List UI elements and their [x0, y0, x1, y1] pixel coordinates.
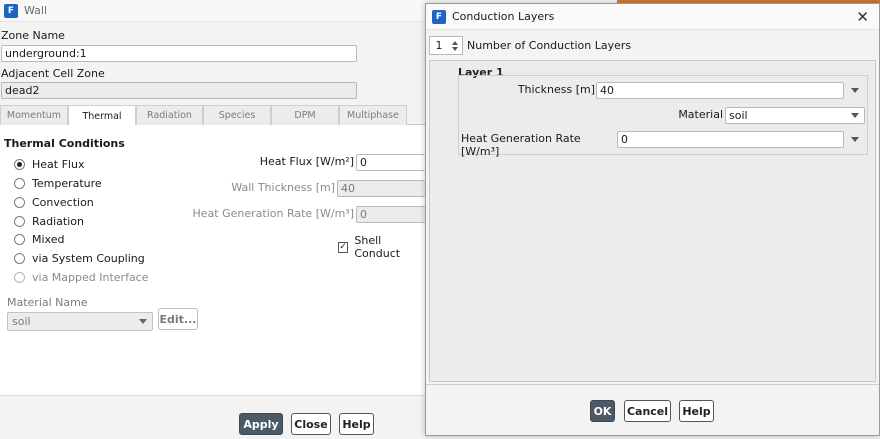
- num-layers-stepper[interactable]: 1: [429, 36, 463, 55]
- radio-convection[interactable]: Convection: [14, 196, 94, 209]
- edit-material-button: Edit...: [158, 308, 198, 330]
- radio-selected-icon: [14, 159, 25, 170]
- wall-thickness-field: 40: [337, 180, 425, 197]
- tab-multiphase[interactable]: Multiphase: [339, 105, 407, 125]
- material-select[interactable]: soil: [725, 107, 865, 124]
- wall-tabs: Momentum Thermal Radiation Species DPM M…: [0, 105, 425, 126]
- chevron-down-icon[interactable]: [851, 88, 859, 93]
- close-icon[interactable]: ✕: [856, 8, 869, 26]
- stepper-arrows[interactable]: [448, 37, 462, 54]
- tab-species[interactable]: Species: [203, 105, 271, 125]
- tab-dpm[interactable]: DPM: [271, 105, 339, 125]
- adjacent-cell-zone-field: dead2: [1, 82, 357, 99]
- cancel-button[interactable]: Cancel: [624, 400, 671, 422]
- heat-generation-label: Heat Generation Rate [W/m³]: [192, 207, 354, 220]
- heat-gen-input[interactable]: 0: [617, 131, 844, 148]
- wall-thickness-label: Wall Thickness [m]: [231, 181, 335, 194]
- close-button[interactable]: Close: [291, 413, 331, 435]
- fluent-app-icon: F: [4, 3, 18, 18]
- radio-radiation[interactable]: Radiation: [14, 215, 84, 228]
- heat-generation-field: 0: [356, 206, 425, 223]
- radio-heat-flux[interactable]: Heat Flux: [14, 158, 84, 171]
- wall-help-button[interactable]: Help: [339, 413, 374, 435]
- dialog-help-button[interactable]: Help: [679, 400, 714, 422]
- layer-panel: Layer 1 Thickness [m] 40 Material soil H…: [429, 60, 876, 382]
- tab-momentum[interactable]: Momentum: [0, 105, 68, 125]
- tab-radiation[interactable]: Radiation: [136, 105, 203, 125]
- checkmark-icon: ✓: [338, 241, 349, 253]
- radio-mixed[interactable]: Mixed: [14, 233, 64, 246]
- radio-icon: [14, 178, 25, 189]
- zone-name-input[interactable]: underground:1: [1, 45, 357, 62]
- chevron-down-icon[interactable]: [851, 137, 859, 142]
- zone-name-label: Zone Name: [1, 29, 65, 42]
- fluent-app-icon: F: [432, 9, 446, 24]
- thermal-conditions-title: Thermal Conditions: [4, 137, 125, 150]
- thermal-panel: Thermal Conditions Heat Flux Temperature…: [0, 125, 425, 395]
- arrow-up-icon[interactable]: [452, 40, 458, 45]
- wall-window-title: Wall: [24, 4, 48, 17]
- chevron-down-icon[interactable]: [851, 113, 859, 118]
- radio-icon: [14, 216, 25, 227]
- thickness-input[interactable]: 40: [596, 82, 844, 99]
- material-label: Material: [678, 108, 723, 121]
- layer-1-group: Thickness [m] 40 Material soil Heat Gene…: [458, 75, 868, 158]
- heat-flux-input[interactable]: 0: [356, 154, 425, 171]
- material-name-label: Material Name: [7, 296, 88, 309]
- radio-icon: [14, 234, 25, 245]
- chevron-down-icon: [139, 319, 147, 324]
- heat-gen-label: Heat Generation Rate [W/m³]: [461, 132, 581, 158]
- radio-icon: [14, 272, 25, 283]
- radio-temperature[interactable]: Temperature: [14, 177, 102, 190]
- num-layers-label: Number of Conduction Layers: [467, 39, 632, 52]
- ok-button[interactable]: OK: [590, 400, 615, 422]
- material-name-select: soil: [7, 312, 153, 331]
- arrow-down-icon[interactable]: [452, 46, 458, 51]
- thickness-label: Thickness [m]: [517, 83, 595, 96]
- apply-button[interactable]: Apply: [239, 413, 283, 435]
- adjacent-cell-zone-label: Adjacent Cell Zone: [1, 67, 105, 80]
- radio-system-coupling[interactable]: via System Coupling: [14, 252, 145, 265]
- heat-flux-label: Heat Flux [W/m²]: [259, 155, 354, 168]
- conduction-layers-dialog: F Conduction Layers ✕ 1 Number of Conduc…: [425, 3, 880, 436]
- dialog-title: Conduction Layers: [452, 10, 555, 23]
- tab-thermal[interactable]: Thermal: [68, 105, 136, 126]
- wall-footer: Apply Close Help: [0, 395, 425, 439]
- shell-conduction-checkbox[interactable]: ✓ Shell Conduct: [338, 234, 425, 260]
- dialog-footer: OK Cancel Help: [426, 384, 879, 435]
- radio-mapped-interface: via Mapped Interface: [14, 271, 149, 284]
- dialog-titlebar: F Conduction Layers ✕: [426, 4, 879, 30]
- radio-icon: [14, 253, 25, 264]
- radio-icon: [14, 197, 25, 208]
